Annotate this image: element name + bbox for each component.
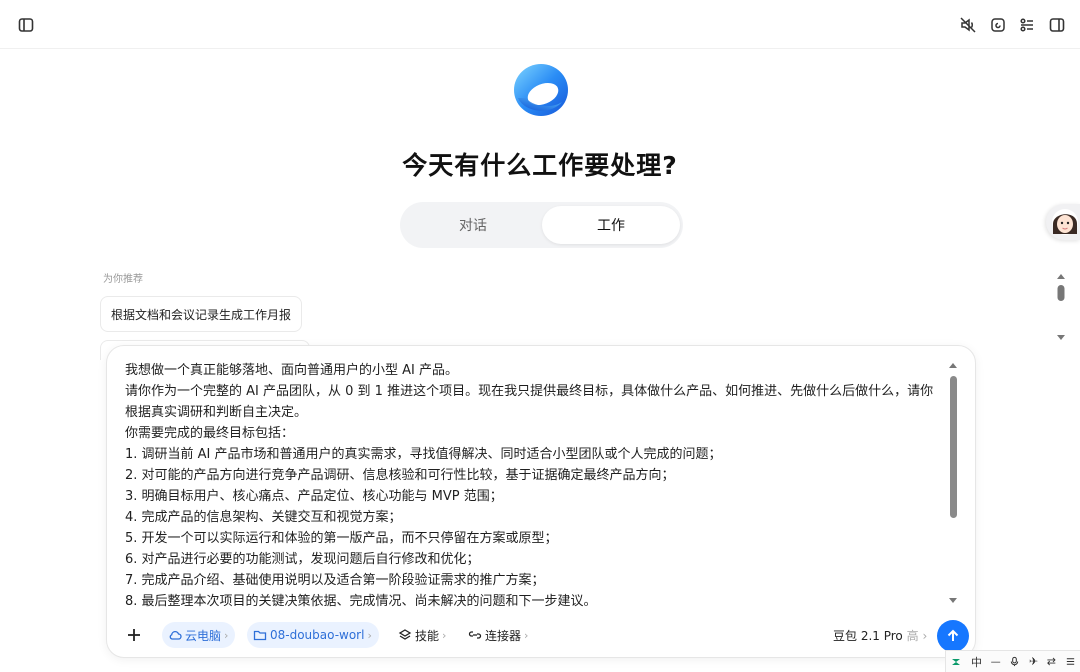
app-logo-icon bbox=[510, 58, 572, 120]
link-icon bbox=[468, 631, 482, 639]
prompt-line: 6. 对产品进行必要的功能测试，发现问题后自行修改和优化； bbox=[125, 552, 480, 567]
top-bar bbox=[0, 0, 1080, 49]
chevron-right-icon: › bbox=[524, 628, 529, 642]
cloud-pc-label: 云电脑 bbox=[185, 628, 222, 643]
skills-label: 技能 bbox=[415, 628, 440, 643]
mode-switch: 对话 工作 bbox=[400, 202, 683, 248]
chevron-right-icon: › bbox=[224, 628, 229, 642]
folder-icon bbox=[253, 630, 267, 641]
connectors-label: 连接器 bbox=[485, 628, 522, 643]
cloud-pc-chip[interactable]: 云电脑 › bbox=[162, 622, 236, 648]
composer-scroll-thumb[interactable] bbox=[950, 376, 957, 518]
composer-toolbar: 云电脑 › 08-doubao-worl › 技能 › 连接器 › 豆包 2.1… bbox=[107, 620, 977, 652]
tab-chat[interactable]: 对话 bbox=[404, 206, 542, 244]
chevron-right-icon: › bbox=[922, 629, 928, 643]
message-composer[interactable]: 我想做一个真正能够落地、面向普通用户的小型 AI 产品。 请你作为一个完整的 A… bbox=[106, 345, 976, 658]
prompt-line: 5. 开发一个可以实际运行和体验的第一版产品，而不只停留在方案或原型； bbox=[125, 531, 558, 546]
page-title: 今天有什么工作要处理? bbox=[402, 151, 678, 180]
ime-switch[interactable]: ⇄ bbox=[1047, 655, 1056, 668]
prompt-line: 7. 完成产品介绍、基础使用说明以及适合第一阶段验证需求的推广方案； bbox=[125, 573, 545, 588]
model-selector[interactable]: 豆包 2.1 Pro 高 › bbox=[833, 627, 927, 644]
ime-mic-icon[interactable] bbox=[1009, 656, 1020, 667]
ime-punct[interactable]: ᅳ bbox=[991, 654, 1001, 670]
model-level: 高 bbox=[906, 629, 919, 643]
layers-icon bbox=[398, 629, 412, 640]
tab-work[interactable]: 工作 bbox=[542, 206, 680, 244]
connectors-chip[interactable]: 连接器 › bbox=[462, 622, 535, 648]
folder-label: 08-doubao-worl bbox=[270, 628, 365, 642]
prompt-line: 你需要完成的最终目标包括： bbox=[125, 426, 295, 441]
prompt-line: 我想做一个真正能够落地、面向普通用户的小型 AI 产品。 bbox=[125, 363, 458, 378]
model-name: 豆包 2.1 Pro bbox=[833, 629, 903, 643]
cloud-icon bbox=[169, 630, 182, 640]
settings-list-icon[interactable] bbox=[1014, 12, 1040, 38]
ime-toolbar: 中 ᅳ ✈ ⇄ bbox=[945, 650, 1080, 672]
send-button[interactable] bbox=[937, 620, 969, 652]
chevron-right-icon: › bbox=[442, 628, 447, 642]
prompt-textarea[interactable]: 我想做一个真正能够落地、面向普通用户的小型 AI 产品。 请你作为一个完整的 A… bbox=[125, 360, 935, 612]
prompt-line: 3. 明确目标用户、核心痛点、产品定位、核心功能与 MVP 范围； bbox=[125, 489, 503, 504]
prompt-line: 请你作为一个完整的 AI 产品团队，从 0 到 1 推进这个项目。现在我只提供最… bbox=[125, 384, 934, 420]
ime-mode[interactable]: 中 bbox=[971, 654, 982, 670]
prompt-line: 2. 对可能的产品方向进行竞争产品调研、信息核验和可行性比较，基于证据确定最终产… bbox=[125, 468, 675, 483]
skills-chip[interactable]: 技能 › bbox=[392, 622, 453, 648]
ime-menu-icon[interactable] bbox=[1065, 656, 1076, 667]
add-attachment-button[interactable] bbox=[121, 622, 147, 648]
prompt-line: 8. 最后整理本次项目的关键决策依据、完成情况、尚未解决的问题和下一步建议。 bbox=[125, 594, 597, 609]
chevron-right-icon: › bbox=[367, 628, 372, 642]
mute-icon[interactable] bbox=[955, 12, 981, 38]
ime-send[interactable]: ✈ bbox=[1029, 655, 1038, 668]
sidebar-toggle-icon[interactable] bbox=[13, 12, 39, 38]
prompt-line: 1. 调研当前 AI 产品市场和普通用户的真实需求，寻找值得解决、同时适合小型团… bbox=[125, 447, 722, 462]
assistant-avatar[interactable] bbox=[1046, 204, 1080, 240]
prompt-line: 4. 完成产品的信息架构、关键交互和视觉方案； bbox=[125, 510, 402, 525]
new-chat-icon[interactable] bbox=[985, 12, 1011, 38]
ime-logo-icon[interactable] bbox=[950, 656, 962, 668]
panel-icon[interactable] bbox=[1044, 12, 1070, 38]
recommend-label: 为你推荐 bbox=[103, 274, 143, 285]
arrow-up-icon bbox=[947, 629, 959, 641]
recommend-item[interactable]: 根据文档和会议记录生成工作月报 bbox=[100, 296, 303, 332]
page-scrollbar[interactable] bbox=[1055, 272, 1067, 346]
folder-chip[interactable]: 08-doubao-worl › bbox=[247, 622, 379, 648]
